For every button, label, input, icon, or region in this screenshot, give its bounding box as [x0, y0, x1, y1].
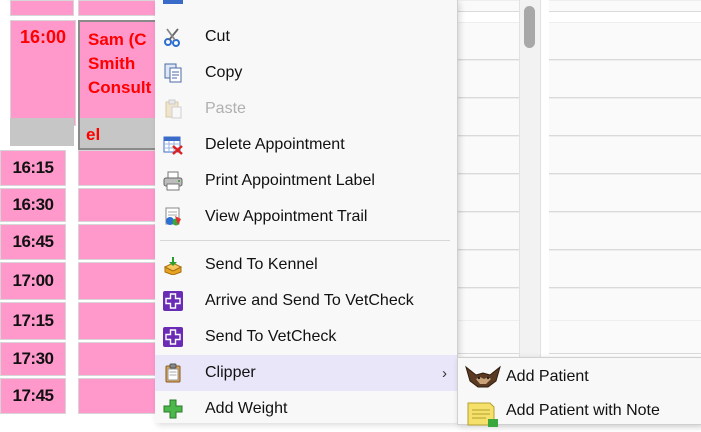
submenu-item-add-patient[interactable]: Add Patient [458, 360, 701, 394]
grid-cell[interactable] [457, 250, 519, 288]
partial-item-icon [163, 0, 183, 4]
time-slot-1645[interactable]: 16:45 [0, 224, 66, 260]
menu-item-cut[interactable]: Cut [155, 19, 457, 55]
appointment-slot[interactable] [78, 342, 162, 376]
menu-item-label: Cut [205, 28, 230, 45]
menu-item-clipper[interactable]: Clipper › [155, 355, 457, 391]
paste-icon [163, 99, 183, 119]
grid-cell[interactable] [549, 174, 701, 212]
grid-cell[interactable] [457, 320, 519, 354]
menu-item-arrive-and-send-to-vetcheck[interactable]: Arrive and Send To VetCheck [155, 283, 457, 319]
menu-separator [160, 240, 450, 241]
menu-item-label: Delete Appointment [205, 136, 345, 153]
time-slot-1700[interactable]: 17:00 [0, 262, 66, 300]
menu-item-label: Clipper [205, 364, 256, 381]
appointment-text: Sam (C Smith Consult [88, 28, 162, 100]
menu-item-view-appointment-trail[interactable]: View Appointment Trail [155, 199, 457, 235]
menu-item-add-weight[interactable]: Add Weight [155, 391, 457, 427]
menu-item-copy[interactable]: Copy [155, 55, 457, 91]
chevron-right-icon: › [442, 364, 447, 382]
appointment-slot[interactable] [78, 188, 162, 222]
grid-cell[interactable] [549, 250, 701, 288]
grid-cell[interactable] [549, 136, 701, 174]
menu-item-label: Copy [205, 64, 243, 81]
grid-cell[interactable] [457, 212, 519, 250]
menu-item-paste[interactable]: Paste [155, 91, 457, 127]
current-time-slot[interactable]: 16:00 [10, 20, 76, 126]
grid-cell[interactable] [457, 136, 519, 174]
appointment-slot[interactable] [78, 378, 162, 414]
appointment-block[interactable]: Sam (C Smith Consult el [78, 20, 164, 150]
copy-icon [163, 63, 183, 83]
grid-cell[interactable] [457, 0, 519, 12]
kennel-icon [163, 255, 183, 276]
appointment-slot[interactable] [78, 224, 162, 260]
grid-cell[interactable] [549, 212, 701, 250]
menu-item-label: Send To Kennel [205, 256, 318, 273]
time-slot-1730[interactable]: 17:30 [0, 342, 66, 376]
time-slot-1630[interactable]: 16:30 [0, 188, 66, 222]
menu-item-print-appointment-label[interactable]: Print Appointment Label [155, 163, 457, 199]
menu-item-label: View Appointment Trail [205, 208, 368, 225]
printer-icon [163, 171, 183, 191]
grid-cell[interactable] [549, 60, 701, 98]
time-slot-1615[interactable]: 16:15 [0, 150, 66, 186]
appointment-patient: Sam (C [88, 30, 147, 49]
grid-cell[interactable] [549, 22, 701, 60]
submenu-item-label: Add Patient [506, 368, 589, 385]
menu-item-label: Arrive and Send To VetCheck [205, 292, 414, 309]
scissors-icon [163, 27, 183, 47]
grid-cell[interactable] [549, 98, 701, 136]
animal-patient-icon [464, 365, 502, 389]
grid-cell[interactable] [549, 0, 701, 12]
delete-appointment-icon [163, 135, 183, 155]
menu-item-send-to-kennel[interactable]: Send To Kennel [155, 247, 457, 283]
plus-icon [163, 399, 183, 419]
menu-item-send-to-vetcheck[interactable]: Send To VetCheck [155, 319, 457, 355]
time-slot-shade [10, 118, 74, 146]
note-icon [464, 399, 502, 427]
menu-item-label: Send To VetCheck [205, 328, 337, 345]
vetcheck-cross-icon [163, 291, 183, 311]
appointment-slot[interactable] [78, 150, 162, 186]
appointment-extra: el [86, 125, 101, 144]
grid-cell[interactable] [457, 60, 519, 98]
submenu-item-label: Add Patient with Note [506, 402, 660, 419]
appointment-slot[interactable] [78, 0, 160, 16]
grid-cell[interactable] [457, 22, 519, 60]
appointment-type: Consult [88, 78, 152, 97]
appointment-trail-icon [163, 207, 183, 227]
time-slot-cell[interactable] [10, 0, 74, 16]
menu-item-label: Add Weight [205, 400, 288, 417]
menu-item-label: Paste [205, 100, 246, 117]
time-slot-1715[interactable]: 17:15 [0, 302, 66, 340]
appointment-slot[interactable] [78, 262, 162, 300]
vetcheck-cross-icon [163, 327, 183, 347]
clipboard-icon [163, 363, 183, 383]
time-slot-1745[interactable]: 17:45 [0, 378, 66, 414]
scrollbar-thumb[interactable] [524, 6, 535, 48]
appointment-slot[interactable] [78, 302, 162, 340]
menu-item-label: Print Appointment Label [205, 172, 375, 189]
menu-item-delete-appointment[interactable]: Delete Appointment [155, 127, 457, 163]
grid-cell[interactable] [549, 320, 701, 354]
grid-cell[interactable] [457, 98, 519, 136]
grid-cell[interactable] [457, 174, 519, 212]
appointment-client: Smith [88, 54, 136, 73]
